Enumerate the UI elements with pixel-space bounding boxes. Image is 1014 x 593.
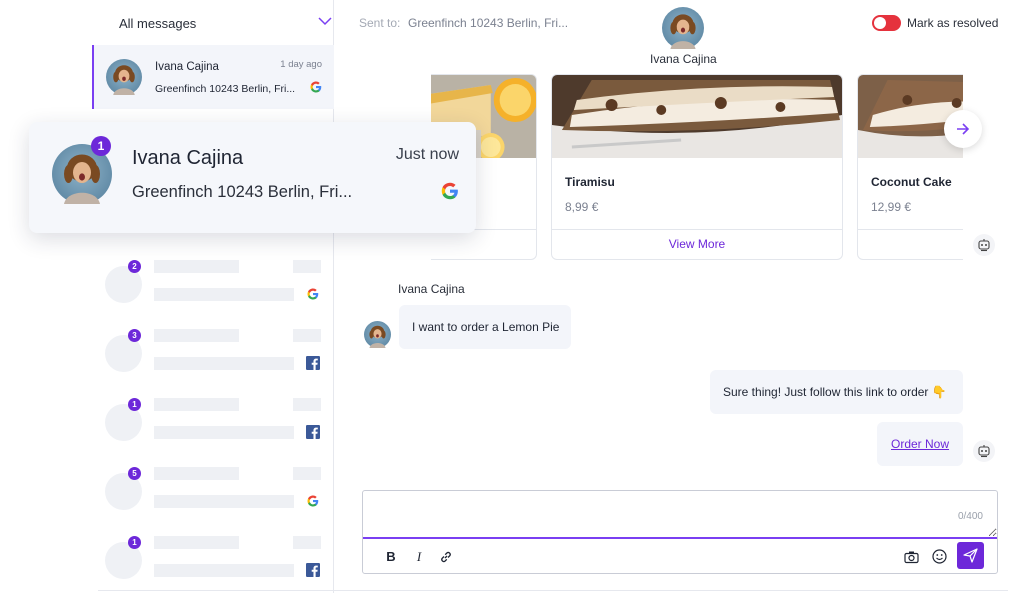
bot-icon (973, 234, 995, 256)
toggle-knob (874, 17, 886, 29)
chevron-down-icon[interactable] (318, 16, 332, 26)
outgoing-link-message: Order Now (877, 422, 963, 466)
avatar (364, 321, 391, 348)
google-icon (307, 495, 319, 507)
preview-placeholder (154, 357, 294, 370)
outgoing-message: Sure thing! Just follow this link to ord… (710, 370, 963, 414)
view-more-link[interactable]: View More (552, 237, 842, 251)
italic-button[interactable]: I (408, 546, 430, 568)
message-composer: 0/400 B I (362, 490, 998, 574)
sent-to-value: Greenfinch 10243 Berlin, Fri... (408, 16, 569, 30)
preview-placeholder (154, 426, 294, 439)
unread-badge: 1 (128, 536, 141, 549)
google-icon (310, 81, 322, 93)
unread-badge: 2 (128, 260, 141, 273)
emoji-icon (931, 549, 947, 564)
incoming-message-text: I want to order a Lemon Pie (412, 320, 560, 334)
time-placeholder (293, 467, 321, 480)
notification-address: Greenfinch 10243 Berlin, Fri... (132, 183, 353, 201)
camera-button[interactable] (900, 546, 922, 568)
card-divider (552, 229, 842, 230)
name-placeholder (154, 260, 239, 273)
sent-to-label: Sent to: (359, 16, 401, 30)
preview-placeholder (154, 564, 294, 577)
conversation-item-placeholder[interactable]: 3 (98, 329, 334, 395)
conversation-item-placeholder[interactable]: 5 (98, 467, 334, 533)
conversation-sidebar: All messages Ivana Cajina 1 day ago Gree… (92, 0, 334, 593)
product-card[interactable]: Tiramisu 8,99 € View More (551, 74, 843, 260)
card-divider (858, 229, 963, 230)
character-counter: 0/400 (957, 511, 983, 522)
product-title: Coconut Cake (871, 175, 952, 189)
product-price: 12,99 € (871, 200, 912, 214)
time-placeholder (293, 260, 321, 273)
notification-name: Ivana Cajina (132, 147, 244, 169)
facebook-icon (306, 356, 320, 370)
product-card[interactable]: Coconut Cake 12,99 € (857, 74, 963, 260)
facebook-icon (306, 563, 320, 577)
bottom-divider (98, 590, 1008, 591)
name-placeholder (154, 329, 239, 342)
mark-resolved-label[interactable]: Mark as resolved (907, 16, 998, 30)
time-placeholder (293, 536, 321, 549)
message-input[interactable] (363, 491, 997, 537)
unread-badge: 3 (128, 329, 141, 342)
unread-badge: 5 (128, 467, 141, 480)
outgoing-message-text: Sure thing! Just follow this link to ord… (723, 385, 947, 399)
avatar (106, 59, 142, 95)
contact-avatar (662, 7, 704, 49)
product-price: 8,99 € (565, 200, 599, 214)
message-filter-label: All messages (119, 16, 197, 31)
bold-button[interactable]: B (380, 546, 402, 568)
conversation-time: 1 day ago (280, 59, 322, 70)
conversation-item-placeholder[interactable]: 1 (98, 536, 334, 593)
name-placeholder (154, 536, 239, 549)
tiramisu-image (552, 75, 842, 158)
conversation-address: Greenfinch 10243 Berlin, Fri... (155, 83, 296, 95)
unread-badge: 1 (91, 136, 111, 156)
name-placeholder (154, 398, 239, 411)
link-button[interactable] (435, 546, 457, 568)
facebook-icon (306, 425, 320, 439)
send-button[interactable] (957, 542, 984, 569)
product-carousel: Tiramisu 8,99 € View More Coconut Cake 1… (431, 74, 963, 261)
name-placeholder (154, 467, 239, 480)
unread-badge: 1 (128, 398, 141, 411)
preview-placeholder (154, 495, 294, 508)
message-sender-name: Ivana Cajina (398, 282, 465, 296)
order-now-link[interactable]: Order Now (891, 437, 949, 451)
carousel-next-button[interactable] (944, 110, 982, 148)
message-filter-dropdown[interactable]: All messages (98, 0, 334, 44)
mark-resolved-toggle[interactable] (872, 15, 901, 31)
contact-name: Ivana Cajina (650, 52, 717, 66)
conversation-item-active[interactable]: Ivana Cajina 1 day ago Greenfinch 10243 … (92, 45, 334, 109)
camera-icon (903, 551, 919, 564)
conversation-item-placeholder[interactable]: 1 (98, 398, 334, 464)
bot-icon (973, 440, 995, 462)
conversation-name: Ivana Cajina (155, 61, 219, 73)
google-icon (307, 288, 319, 300)
preview-placeholder (154, 288, 294, 301)
arrow-right-icon (957, 123, 970, 135)
incoming-message: I want to order a Lemon Pie (399, 305, 571, 349)
composer-divider (363, 537, 997, 539)
notification-time: Just now (395, 146, 459, 163)
new-message-notification[interactable]: 1 Ivana Cajina Just now Greenfinch 10243… (29, 122, 476, 233)
time-placeholder (293, 329, 321, 342)
product-title: Tiramisu (565, 175, 615, 189)
send-icon (963, 548, 978, 563)
conversation-item-placeholder[interactable]: 2 (98, 260, 334, 326)
time-placeholder (293, 398, 321, 411)
emoji-button[interactable] (928, 546, 950, 568)
link-icon (441, 551, 451, 563)
google-icon (441, 182, 459, 200)
